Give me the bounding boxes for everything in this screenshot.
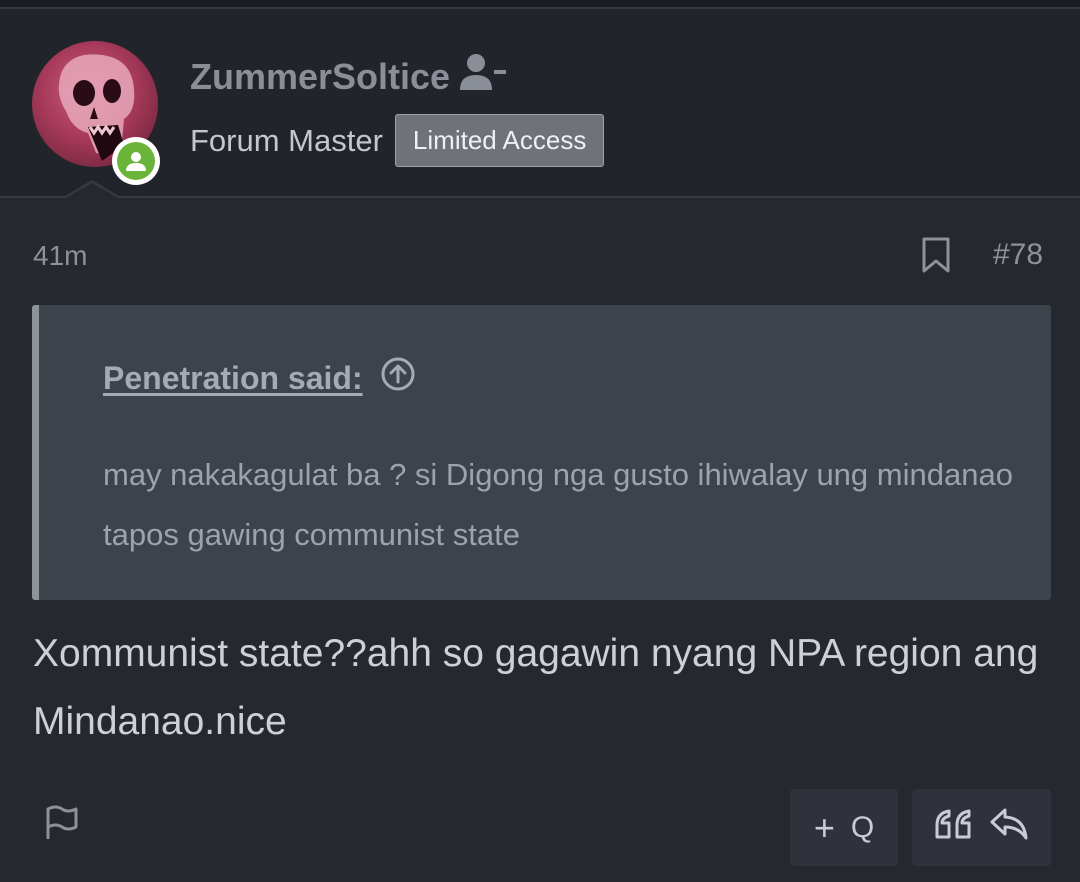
header-caret xyxy=(62,180,122,199)
post-time[interactable]: 41m xyxy=(33,240,87,272)
online-status-badge xyxy=(112,137,160,185)
user-banner-badge: Limited Access xyxy=(394,114,605,167)
post-author-header: ZummerSoltice Forum Master Limited Acces… xyxy=(0,9,1080,198)
username-text[interactable]: ZummerSoltice xyxy=(190,56,450,98)
multiquote-button[interactable]: + Q xyxy=(790,789,898,866)
quote-block: Penetration said: may nakakagulat ba ? s… xyxy=(32,305,1051,600)
avatar[interactable] xyxy=(32,41,160,185)
reply-icon xyxy=(989,807,1029,849)
user-title: Forum Master xyxy=(190,122,383,158)
multiquote-label: Q xyxy=(850,810,875,844)
post-message: Xommunist state??ahh so gagawin nyang NP… xyxy=(33,632,1039,743)
report-flag-icon[interactable] xyxy=(44,805,80,846)
quote-icon xyxy=(935,809,973,847)
author-username[interactable]: ZummerSoltice xyxy=(190,53,508,100)
quote-text: may nakakagulat ba ? si Digong nga gusto… xyxy=(103,457,1013,552)
bookmark-icon[interactable] xyxy=(920,236,952,279)
online-status-icon xyxy=(117,142,155,180)
post-number-link[interactable]: #78 xyxy=(993,238,1043,272)
multiquote-plus: + xyxy=(813,806,835,848)
quote-reply-button[interactable] xyxy=(912,789,1051,866)
user-unfollow-icon[interactable] xyxy=(460,53,508,100)
top-divider xyxy=(0,0,1080,9)
quote-author-link[interactable]: Penetration said: xyxy=(103,360,363,397)
user-title-row: Forum Master Limited Access xyxy=(190,114,605,167)
arrow-up-circle-icon[interactable] xyxy=(381,357,415,399)
quote-header: Penetration said: xyxy=(103,357,415,399)
